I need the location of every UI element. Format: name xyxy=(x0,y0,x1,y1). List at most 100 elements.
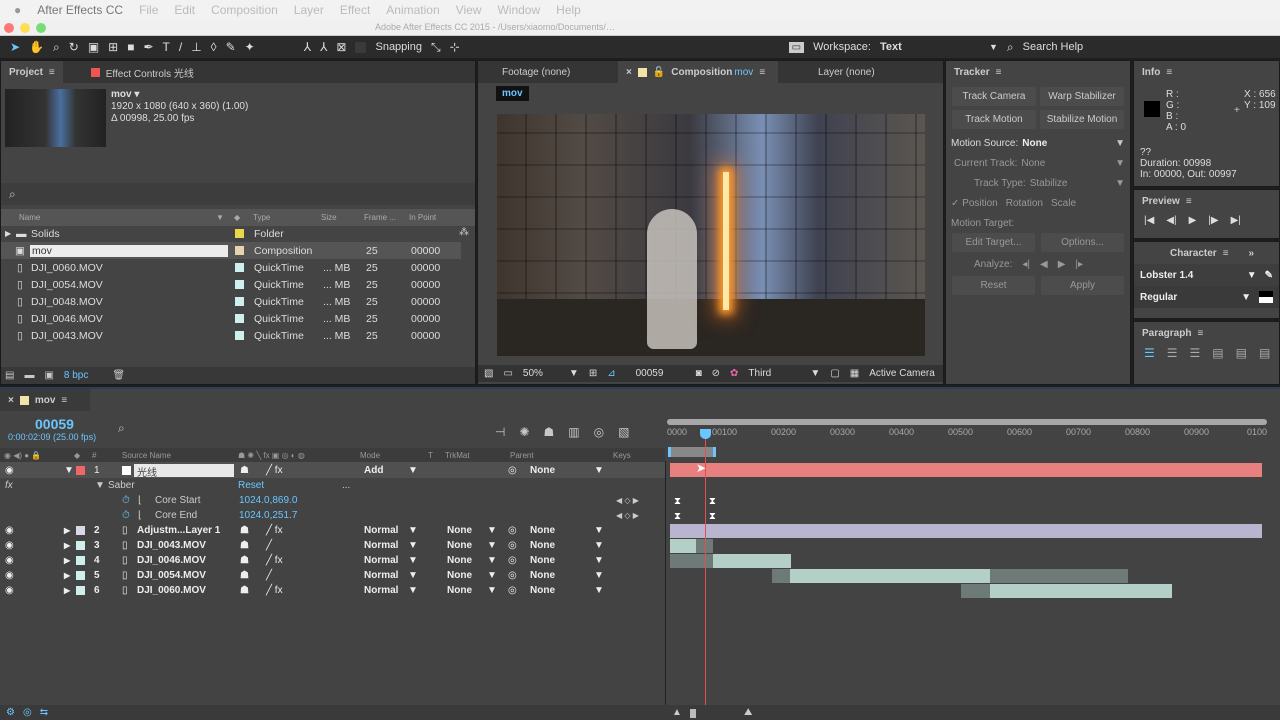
shy-switch-icon[interactable]: ☗ xyxy=(240,525,249,536)
label-color[interactable] xyxy=(235,280,244,289)
world-axis-icon[interactable]: ⅄ xyxy=(320,40,327,54)
lock-icon[interactable]: 🔓 xyxy=(653,67,665,78)
blend-mode-select[interactable]: Add xyxy=(364,465,383,476)
menu-view[interactable]: View xyxy=(456,3,482,17)
search-help-input[interactable]: Search Help xyxy=(1023,41,1084,53)
parent-select[interactable]: None xyxy=(530,570,555,581)
dropdown-icon[interactable]: ▼ xyxy=(569,368,579,379)
property-value[interactable]: 1024.0,869.0 xyxy=(239,495,297,506)
project-item[interactable]: ▯ DJI_0043.MOV QuickTime ... MB 25 00000 xyxy=(1,327,461,344)
time-ruler[interactable]: 0000 00100 00200 00300 00400 00500 00600 00700 0… xyxy=(667,427,1267,445)
eye-icon[interactable]: ◉ xyxy=(5,570,14,581)
tab-layer[interactable]: Layer (none) xyxy=(778,61,883,83)
close-tab-icon[interactable]: × xyxy=(8,395,14,406)
project-item[interactable]: ▯ DJI_0046.MOV QuickTime ... MB 25 00000 xyxy=(1,310,461,327)
panel-menu-icon[interactable]: ≡ xyxy=(1166,67,1172,78)
quality-switch-icon[interactable]: ╱ xyxy=(266,570,272,581)
menu-layer[interactable]: Layer xyxy=(294,3,324,17)
shy-switch-icon[interactable]: ☗ xyxy=(240,585,249,596)
panel-menu-icon[interactable]: ≡ xyxy=(49,67,55,78)
camera-tool-icon[interactable]: ▣ xyxy=(88,40,99,54)
keyframe-navigator-icon[interactable]: ◀ ◇ ▶ xyxy=(616,496,639,505)
track-motion-button[interactable]: Track Motion xyxy=(952,110,1036,129)
type-tool-icon[interactable]: T xyxy=(163,40,170,54)
project-item[interactable]: ▯ DJI_0048.MOV QuickTime ... MB 25 00000 xyxy=(1,293,461,310)
rotation-checkbox[interactable]: Rotation xyxy=(1006,198,1043,209)
last-frame-icon[interactable]: ▶| xyxy=(1231,215,1241,226)
eyedropper-icon[interactable]: ✎ xyxy=(1265,270,1273,281)
justify-center-icon[interactable]: ▤ xyxy=(1236,346,1247,360)
label-color[interactable] xyxy=(76,586,85,595)
axis-icon[interactable]: ⅄ xyxy=(304,40,311,54)
region-of-interest-icon[interactable]: ▢ xyxy=(830,368,839,379)
menu-help[interactable]: Help xyxy=(556,3,581,17)
blend-mode-select[interactable]: Normal xyxy=(364,570,398,581)
label-color[interactable] xyxy=(235,246,244,255)
snapshot-icon[interactable]: ◙ xyxy=(696,368,702,379)
safe-zones-icon[interactable]: ⊞ xyxy=(589,368,597,379)
expand-icon[interactable]: ▶ xyxy=(64,556,70,565)
layer-name[interactable]: DJI_0043.MOV xyxy=(137,540,206,551)
new-comp-icon[interactable]: ▣ xyxy=(44,370,53,381)
pickwhip-icon[interactable]: ◎ xyxy=(508,570,517,581)
dropdown-icon[interactable]: ▼ xyxy=(408,570,418,581)
new-folder-icon[interactable]: ▬ xyxy=(24,370,34,381)
dropdown-icon[interactable]: ▼ xyxy=(594,540,604,551)
menu-window[interactable]: Window xyxy=(497,3,540,17)
blend-mode-select[interactable]: Normal xyxy=(364,525,398,536)
hand-tool-icon[interactable]: ✋ xyxy=(29,40,44,54)
blend-mode-select[interactable]: Normal xyxy=(364,540,398,551)
quality-switch-icon[interactable]: ╱ xyxy=(266,540,272,551)
dropdown-icon[interactable]: ▼ xyxy=(1115,178,1125,189)
label-color[interactable] xyxy=(235,331,244,340)
dropdown-icon[interactable]: ▼ xyxy=(487,540,497,551)
stamp-tool-icon[interactable]: ⊥ xyxy=(191,40,201,54)
scale-checkbox[interactable]: Scale xyxy=(1051,198,1076,209)
dropdown-icon[interactable]: ▼ xyxy=(594,525,604,536)
layer-row-1[interactable]: ◉ ▼ 1 光线 ☗ ╱ fx Add ▼ ◎ None ▼ xyxy=(0,462,665,479)
current-time-display[interactable]: 00059 xyxy=(35,416,74,432)
graph-editor-icon[interactable]: ▧ xyxy=(618,425,629,439)
track-matte-select[interactable]: None xyxy=(447,555,472,566)
close-window-button[interactable] xyxy=(4,23,14,33)
flowchart-icon[interactable]: ⁂ xyxy=(459,227,469,238)
label-color[interactable] xyxy=(76,571,85,580)
warp-stabilizer-button[interactable]: Warp Stabilizer xyxy=(1040,87,1124,106)
workspace-dropdown-icon[interactable]: ▼ xyxy=(989,42,998,52)
expand-icon[interactable]: ▶ xyxy=(64,586,70,595)
stabilize-motion-button[interactable]: Stabilize Motion xyxy=(1040,110,1124,129)
tab-timeline-mov[interactable]: × mov ≡ xyxy=(0,389,90,411)
motion-source-select[interactable]: None xyxy=(1022,138,1115,149)
label-color[interactable] xyxy=(235,229,244,238)
panel-menu-icon[interactable]: ≡ xyxy=(1197,328,1203,339)
camera-select[interactable]: Active Camera xyxy=(869,368,935,379)
resolution-select[interactable]: Third xyxy=(748,368,800,379)
tab-effect-controls[interactable]: Effect Controls 光线 xyxy=(83,61,202,83)
panel-menu-icon[interactable]: ≡ xyxy=(1186,196,1192,207)
position-checkbox[interactable]: ✓ Position xyxy=(951,198,998,209)
menu-composition[interactable]: Composition xyxy=(211,3,278,17)
layer-row[interactable]: ◉ ▶ 6 ▯ DJI_0060.MOV ☗ ╱ fx Normal ▼ Non… xyxy=(0,583,665,598)
layer-switches-toggle-icon[interactable]: ⚙ xyxy=(6,707,15,718)
font-style-select[interactable]: Regular xyxy=(1140,292,1241,303)
effect-name[interactable]: Saber xyxy=(108,480,135,491)
frame-blend-icon[interactable]: ▥ xyxy=(568,425,579,439)
pan-behind-tool-icon[interactable]: ⊞ xyxy=(108,40,118,54)
shy-switch-icon[interactable]: ☗ xyxy=(240,570,249,581)
panel-menu-icon[interactable]: ≡ xyxy=(996,67,1002,78)
expand-icon[interactable]: ▶ xyxy=(64,541,70,550)
timeline-search-input[interactable]: ⌕ xyxy=(118,421,518,439)
zoom-tool-icon[interactable]: ⌕ xyxy=(53,40,60,55)
comp-breadcrumb[interactable]: mov xyxy=(496,86,529,101)
current-track-select[interactable]: None xyxy=(1021,158,1115,169)
snap-grid-icon[interactable]: ⊹ xyxy=(450,40,460,54)
shy-switch-icon[interactable]: ☗ xyxy=(240,555,249,566)
quality-fx-switch-icon[interactable]: ╱ fx xyxy=(266,465,283,476)
workspace-select[interactable]: Text xyxy=(880,41,980,53)
dropdown-icon[interactable]: ▼ xyxy=(408,525,418,536)
first-frame-icon[interactable]: |◀ xyxy=(1144,215,1154,226)
layer-row[interactable]: ◉ ▶ 5 ▯ DJI_0054.MOV ☗ ╱ Normal ▼ None ▼… xyxy=(0,568,665,583)
quality-switch-icon[interactable]: ╱ fx xyxy=(266,555,283,566)
preview-icon[interactable]: ▧ xyxy=(484,368,493,379)
tab-composition[interactable]: × 🔓 Composition mov ≡ xyxy=(618,61,778,83)
